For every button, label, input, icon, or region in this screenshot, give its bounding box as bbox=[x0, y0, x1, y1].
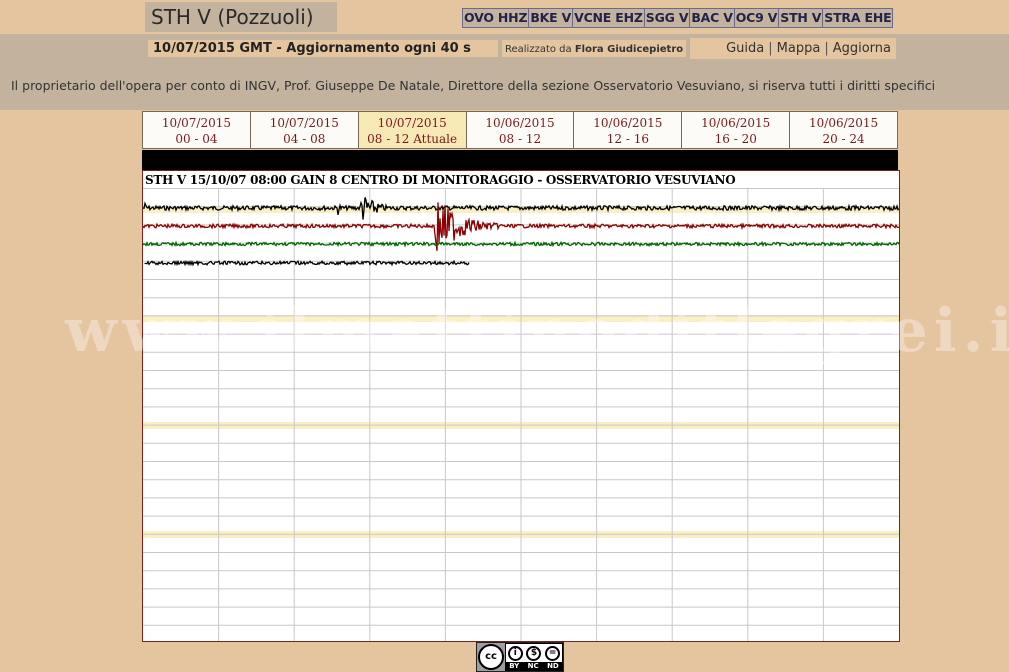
date-info: 10/07/2015 GMT - Aggiornamento ogni 40 s bbox=[148, 40, 498, 57]
map-link[interactable]: Mappa bbox=[777, 41, 821, 56]
separator: | bbox=[768, 41, 773, 56]
station-link[interactable]: VCNE EHZ bbox=[573, 9, 645, 27]
tab-range: 04 - 08 bbox=[283, 132, 326, 146]
nc-icon: $ bbox=[526, 645, 542, 661]
tab-date: 10/06/2015 bbox=[593, 116, 663, 130]
time-tab[interactable]: 10/07/2015 04 - 08 bbox=[251, 112, 359, 148]
tab-date: 10/06/2015 bbox=[701, 116, 771, 130]
station-link[interactable]: BKE V bbox=[529, 9, 574, 27]
license-term-by: BY bbox=[509, 662, 520, 670]
nd-icon: = bbox=[545, 645, 561, 661]
watermark: www.ilmattinodiflegrei.it bbox=[65, 296, 1009, 366]
credit-prefix: Realizzato da bbox=[505, 44, 572, 55]
tab-range: 08 - 12 bbox=[498, 132, 542, 146]
tab-date: 10/07/2015 bbox=[377, 116, 447, 130]
station-link[interactable]: BAC V bbox=[690, 9, 735, 27]
station-link[interactable]: STH V bbox=[779, 9, 824, 27]
cc-icon: cc bbox=[478, 644, 504, 670]
station-links: OVO HHZ BKE V VCNE EHZ SGG V BAC V OC9 V STH V… bbox=[462, 8, 894, 28]
station-link[interactable]: STRA EHE bbox=[823, 9, 892, 27]
tab-date: 10/07/2015 bbox=[161, 116, 232, 130]
tab-date: 10/07/2015 bbox=[269, 116, 339, 130]
guide-link[interactable]: Guida bbox=[726, 41, 764, 56]
separator: | bbox=[824, 41, 829, 56]
tab-range: 08 - 12 Attuale bbox=[367, 132, 458, 146]
time-tab[interactable]: 10/06/2015 12 - 16 bbox=[574, 112, 683, 148]
nav-links: Guida | Mappa | Aggiorna bbox=[690, 38, 896, 59]
time-tab[interactable]: 10/06/2015 16 - 20 bbox=[682, 112, 791, 148]
by-icon: i bbox=[507, 645, 523, 661]
credit: Realizzato da Flora Giudicepietro bbox=[502, 40, 686, 57]
tab-range: 16 - 20 bbox=[714, 132, 757, 146]
tab-range: 00 - 04 bbox=[175, 132, 218, 146]
tab-range: 12 - 16 bbox=[606, 132, 649, 146]
seismogram-title: STH V 15/10/07 08:00 GAIN 8 CENTRO DI MO… bbox=[145, 173, 736, 187]
refresh-link[interactable]: Aggiorna bbox=[833, 41, 891, 56]
panel-header-bar bbox=[142, 150, 898, 170]
license-term-nc: NC bbox=[527, 662, 539, 670]
station-link[interactable]: OVO HHZ bbox=[463, 9, 530, 27]
time-tab[interactable]: 10/07/2015 08 - 12 Attuale bbox=[358, 112, 467, 148]
station-link[interactable]: OC9 V bbox=[735, 9, 780, 27]
seismogram-plot bbox=[143, 188, 899, 641]
credit-author: Flora Giudicepietro bbox=[574, 44, 684, 55]
time-tab[interactable]: 10/07/2015 00 - 04 bbox=[143, 112, 251, 148]
license-term-nd: ND bbox=[547, 662, 559, 670]
time-tab[interactable]: 10/06/2015 20 - 24 bbox=[790, 112, 897, 148]
time-window-tabs: 10/07/2015 00 - 04 10/07/2015 04 - 08 10/07/… bbox=[142, 111, 898, 149]
time-tab[interactable]: 10/06/2015 08 - 12 bbox=[467, 112, 575, 148]
copyright-notice: Il proprietario dell'opera per conto di … bbox=[11, 78, 936, 93]
tab-date: 10/06/2015 bbox=[809, 116, 879, 130]
station-link[interactable]: SGG V bbox=[645, 9, 691, 27]
tab-range: 20 - 24 bbox=[822, 132, 865, 146]
tab-date: 10/06/2015 bbox=[485, 116, 555, 130]
seismogram-panel: STH V 15/10/07 08:00 GAIN 8 CENTRO DI MO… bbox=[142, 170, 900, 642]
cc-license-badge[interactable]: cc i $ = BY NC ND bbox=[476, 642, 564, 672]
station-title: STH V (Pozzuoli) bbox=[145, 2, 337, 32]
